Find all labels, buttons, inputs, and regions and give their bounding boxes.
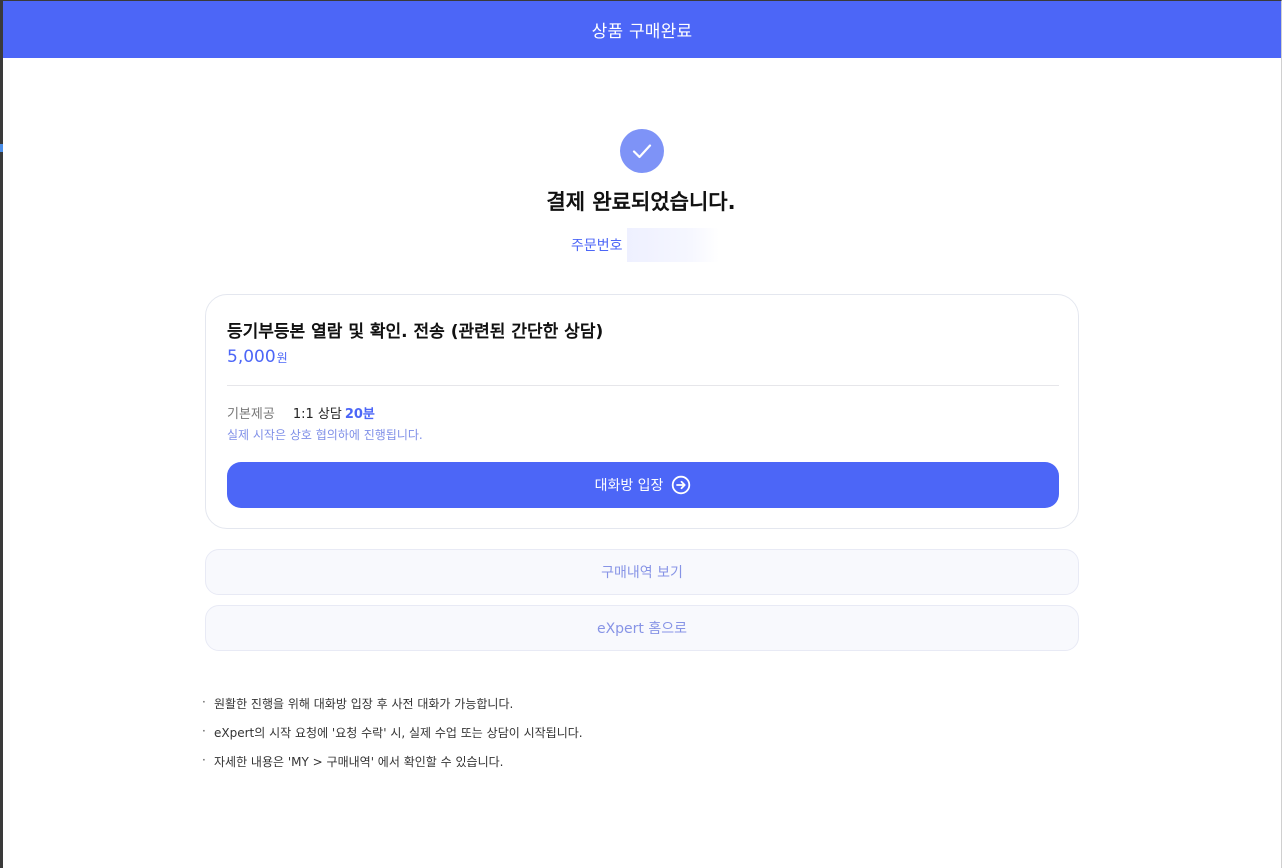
order-number-row: 주문번호 (571, 228, 719, 262)
info-note: · 자세한 내용은 'MY > 구매내역' 에서 확인할 수 있습니다. (202, 753, 583, 782)
note-text: eXpert의 시작 요청에 '요청 수락' 시, 실제 수업 또는 상담이 시… (214, 726, 583, 740)
note-bullet: · (202, 695, 206, 709)
info-notes: · 원활한 진행을 위해 대화방 입장 후 사전 대화가 가능합니다. · eXpe… (202, 695, 583, 782)
product-price: 5,000원 (227, 347, 288, 367)
purchase-history-label: 구매내역 보기 (601, 565, 683, 581)
check-circle-icon (620, 129, 664, 173)
note-bullet: · (202, 724, 206, 738)
note-bullet: · (202, 753, 206, 767)
basic-offer-row: 기본제공 1:1 상담 20분 (227, 403, 375, 422)
expert-home-button[interactable]: eXpert 홈으로 (205, 605, 1079, 651)
note-text: 자세한 내용은 'MY > 구매내역' 에서 확인할 수 있습니다. (214, 755, 504, 769)
info-note: · eXpert의 시작 요청에 '요청 수락' 시, 실제 수업 또는 상담이 … (202, 724, 583, 753)
page-title: 상품 구매완료 (591, 22, 693, 42)
price-unit: 원 (276, 351, 288, 365)
edge-indicator (0, 144, 3, 152)
arrow-right-circle-icon (672, 475, 691, 495)
price-amount: 5,000 (227, 347, 276, 367)
info-note: · 원활한 진행을 위해 대화방 입장 후 사전 대화가 가능합니다. (202, 695, 583, 724)
product-card: 등기부등본 열람 및 확인. 전송 (관련된 간단한 상담) 5,000원 기본… (205, 294, 1079, 529)
basic-offer-minutes: 20분 (344, 407, 375, 422)
purchase-history-button[interactable]: 구매내역 보기 (205, 549, 1079, 595)
card-divider (227, 385, 1059, 386)
basic-offer-text: 1:1 상담 (292, 407, 342, 422)
start-note: 실제 시작은 상호 협의하에 진행됩니다. (227, 428, 423, 442)
enter-chat-room-label: 대화방 입장 (594, 478, 664, 494)
product-name: 등기부등본 열람 및 확인. 전송 (관련된 간단한 상담) (227, 322, 604, 342)
note-text: 원활한 진행을 위해 대화방 입장 후 사전 대화가 가능합니다. (214, 697, 514, 711)
enter-chat-room-button[interactable]: 대화방 입장 (227, 462, 1059, 508)
order-number-masked (626, 228, 719, 262)
order-number-label: 주문번호 (571, 238, 623, 254)
payment-complete-title: 결제 완료되었습니다. (546, 190, 736, 214)
expert-home-label: eXpert 홈으로 (596, 621, 688, 637)
basic-offer-label: 기본제공 (227, 407, 275, 422)
page-header: 상품 구매완료 (3, 1, 1281, 58)
